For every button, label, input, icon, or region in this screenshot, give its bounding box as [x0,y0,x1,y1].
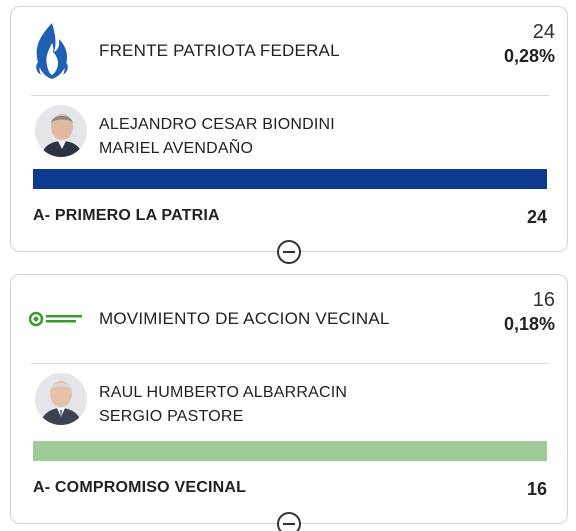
candidate-avatar [35,105,87,157]
party-percentage: 0,18% [503,314,555,334]
party-card: MOVIMIENTO DE ACCION VECINAL 16 0,18% RA… [10,274,568,531]
party-stats: 24 0,28% [504,21,555,69]
minus-icon [283,523,295,525]
vote-bar-fill [33,441,547,461]
list-row: A- COMPROMISO VECINAL 16 [33,479,547,499]
party-header: MOVIMIENTO DE ACCION VECINAL 16 0,18% [11,275,567,363]
flame-logo-icon [29,21,75,86]
candidate-avatar [35,373,87,425]
movimiento-accion-vecinal-logo-icon [28,311,85,332]
party-name: MOVIMIENTO DE ACCION VECINAL [99,309,390,328]
minus-icon [283,251,295,253]
candidate-vice: MARIEL AVENDAÑO [99,140,254,157]
party-votes: 24 [532,21,555,43]
party-name: FRENTE PATRIOTA FEDERAL [99,41,340,60]
vote-bar [33,169,547,189]
candidate-names: ALEJANDRO CESAR BIONDINI MARIEL AVENDAÑO [99,113,335,161]
candidate-president: RAUL HUMBERTO ALBARRACIN [99,384,348,401]
list-row: A- PRIMERO LA PATRIA 24 [33,207,547,227]
candidate-vice: SERGIO PASTORE [99,408,244,425]
list-votes: 16 [526,479,547,499]
candidates-row: RAUL HUMBERTO ALBARRACIN SERGIO PASTORE [11,367,567,435]
candidates-row: ALEJANDRO CESAR BIONDINI MARIEL AVENDAÑO [11,99,567,167]
candidate-president: ALEJANDRO CESAR BIONDINI [99,116,335,133]
party-header: FRENTE PATRIOTA FEDERAL 24 0,28% [11,7,567,95]
divider [31,363,549,364]
party-percentage: 0,28% [503,46,555,66]
list-votes: 24 [526,207,547,227]
list-name: A- COMPROMISO VECINAL [33,479,247,496]
party-votes: 16 [532,289,555,311]
vote-bar-fill [33,169,547,189]
list-name: A- PRIMERO LA PATRIA [33,207,220,224]
party-stats: 16 0,18% [504,289,555,337]
party-card: FRENTE PATRIOTA FEDERAL 24 0,28% ALEJAND… [10,6,568,264]
divider [31,95,549,96]
candidate-names: RAUL HUMBERTO ALBARRACIN SERGIO PASTORE [99,381,347,429]
collapse-button[interactable] [277,512,301,531]
vote-bar [33,441,547,461]
collapse-button[interactable] [277,240,301,264]
